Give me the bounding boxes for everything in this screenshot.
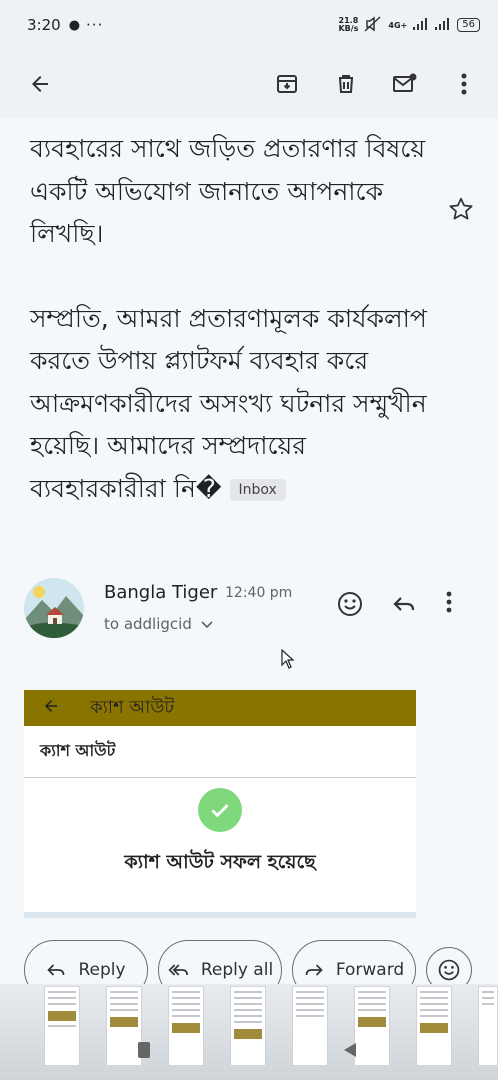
reply-icon[interactable]: [390, 590, 418, 622]
chevron-down-icon: [201, 615, 213, 633]
mute-icon: [364, 15, 382, 35]
recipient-details[interactable]: to addligcid: [104, 615, 213, 633]
battery-indicator: 56: [457, 18, 480, 32]
more-vert-icon[interactable]: [448, 68, 480, 100]
nav-recents-icon[interactable]: [138, 1042, 150, 1058]
sender-row: Bangla Tiger 12:40 pm to addligcid: [24, 578, 484, 642]
attachment-topbar-title: ক্যাশ আউট: [90, 696, 175, 718]
forward-icon: [304, 960, 324, 980]
email-paragraph-text: সম্প্রতি, আমরা প্রতারণামূলক কার্যকলাপ কর…: [30, 303, 427, 503]
reply-label: Reply: [78, 960, 126, 980]
avatar[interactable]: [24, 578, 84, 638]
email-paragraph: সম্প্রতি, আমরা প্রতারণামূলক কার্যকলাপ কর…: [30, 298, 430, 511]
delete-icon[interactable]: [330, 68, 362, 100]
recent-thumbnail[interactable]: [168, 986, 204, 1066]
mouse-cursor-icon: [281, 648, 295, 673]
message-more-vert-icon[interactable]: [446, 590, 452, 622]
status-bar: 3:20 ● ··· 21.8 KB/s 4G+ 56: [0, 0, 498, 50]
recent-apps-strip: [0, 984, 498, 1080]
recent-thumbnail[interactable]: [44, 986, 80, 1066]
speed-unit: KB/s: [338, 24, 359, 33]
app-bar: [0, 50, 498, 118]
chat-notification-icon: ●: [68, 17, 81, 33]
attachment-header: ক্যাশ আউট: [24, 726, 416, 778]
recent-thumbnail[interactable]: [230, 986, 266, 1066]
attachment-image[interactable]: ক্যাশ আউট ক্যাশ আউট ক্যাশ আউট সফল হয়েছে: [24, 690, 416, 918]
reply-icon: [46, 960, 66, 980]
nav-back-icon[interactable]: [342, 1042, 358, 1062]
inbox-label[interactable]: Inbox: [229, 478, 286, 501]
email-body: ব্যবহারের সাথে জড়িত প্রতারণার বিষয়ে এক…: [30, 128, 430, 510]
more-notifications-icon: ···: [86, 16, 104, 34]
recent-thumbnail[interactable]: [354, 986, 390, 1066]
recent-thumbnail[interactable]: [292, 986, 328, 1066]
recipient-text: to addligcid: [104, 615, 192, 633]
attachment-topbar: ক্যাশ আউট: [24, 690, 416, 726]
attachment-back-arrow-icon: [42, 697, 60, 720]
add-reaction-icon[interactable]: [336, 590, 364, 622]
status-time: 3:20: [27, 16, 61, 34]
email-paragraph: ব্যবহারের সাথে জড়িত প্রতারণার বিষয়ে এক…: [30, 134, 426, 248]
recent-thumbnail[interactable]: [106, 986, 142, 1066]
reply-all-label: Reply all: [200, 960, 274, 980]
success-check-icon: [198, 788, 242, 832]
signal-icon-2: [435, 17, 451, 33]
attachment-success-text: ক্যাশ আউট সফল হয়েছে: [124, 851, 316, 873]
network-type: 4G+: [388, 20, 408, 30]
recent-thumbnail[interactable]: [416, 986, 452, 1066]
recent-thumbnail[interactable]: [478, 986, 498, 1066]
email-time: 12:40 pm: [225, 585, 293, 601]
star-icon[interactable]: [448, 196, 474, 226]
sender-name[interactable]: Bangla Tiger: [104, 582, 217, 603]
email-content: ব্যবহারের সাথে জড়িত প্রতারণার বিষয়ে এক…: [0, 118, 498, 1080]
reply-all-icon: [167, 960, 189, 980]
back-arrow-icon[interactable]: [24, 68, 56, 100]
archive-icon[interactable]: [271, 68, 303, 100]
mark-unread-icon[interactable]: [389, 68, 421, 100]
network-speed: 21.8 KB/s: [338, 17, 358, 33]
forward-label: Forward: [335, 960, 405, 980]
signal-icon: [413, 17, 429, 33]
